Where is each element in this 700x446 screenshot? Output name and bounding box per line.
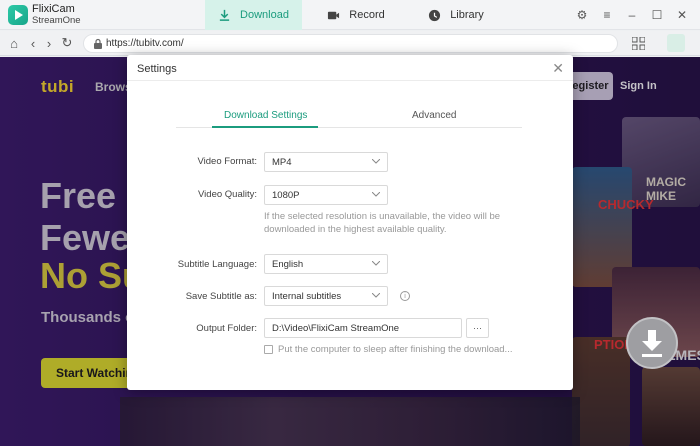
address-bar[interactable]: https://tubitv.com/ xyxy=(83,34,618,53)
output-folder-label: Output Folder: xyxy=(196,323,257,334)
home-icon[interactable]: ⌂ xyxy=(7,36,21,51)
library-icon xyxy=(429,9,441,21)
tab-library[interactable]: Library xyxy=(416,0,496,30)
extension-icon[interactable] xyxy=(667,34,685,52)
title-bar: FlixiCam StreamOne Download Record Libra… xyxy=(0,0,700,30)
active-tab-indicator xyxy=(212,126,318,128)
video-format-select[interactable]: MP4 xyxy=(264,152,388,172)
back-arrow-icon[interactable]: ‹ xyxy=(26,36,40,51)
output-folder-field[interactable]: D:\Video\FlixiCam StreamOne xyxy=(264,318,462,338)
video-format-label: Video Format: xyxy=(197,156,258,167)
video-quality-label: Video Quality: xyxy=(198,189,257,200)
browser-toolbar: ⌂ ‹ › ↻ https://tubitv.com/ xyxy=(0,31,700,56)
download-arrow-icon xyxy=(642,354,662,357)
tab-advanced[interactable]: Advanced xyxy=(412,110,456,121)
sleep-checkbox-label[interactable]: Put the computer to sleep after finishin… xyxy=(278,344,512,355)
video-quality-select[interactable]: 1080P xyxy=(264,185,388,205)
download-fab-button[interactable] xyxy=(626,317,678,369)
save-subtitle-value: Internal subtitles xyxy=(272,290,342,302)
tab-download-label: Download xyxy=(240,9,289,21)
subtitle-language-label: Subtitle Language: xyxy=(177,259,257,270)
download-icon xyxy=(219,9,230,21)
menu-icon[interactable]: ≡ xyxy=(601,8,613,21)
video-format-value: MP4 xyxy=(272,156,292,168)
chevron-down-icon xyxy=(372,261,380,266)
apps-grid-icon[interactable] xyxy=(632,37,645,50)
close-window-icon[interactable]: ✕ xyxy=(676,8,688,21)
chevron-down-icon xyxy=(372,192,380,197)
chevron-down-icon xyxy=(372,293,380,298)
maximize-icon[interactable]: ☐ xyxy=(651,8,663,21)
lock-icon xyxy=(94,38,102,49)
app-name: FlixiCam xyxy=(32,3,75,15)
video-quality-value: 1080P xyxy=(272,189,300,201)
settings-gear-icon[interactable]: ⚙ xyxy=(576,8,588,21)
save-subtitle-select[interactable]: Internal subtitles xyxy=(264,286,388,306)
reload-icon[interactable]: ↻ xyxy=(60,35,74,50)
info-icon[interactable]: i xyxy=(400,291,410,301)
subtitle-language-value: English xyxy=(272,258,304,270)
chevron-down-icon xyxy=(372,159,380,164)
browse-folder-button[interactable]: ··· xyxy=(466,318,489,338)
dialog-title: Settings xyxy=(137,63,177,75)
record-icon xyxy=(328,11,340,19)
quality-hint-text: If the selected resolution is unavailabl… xyxy=(264,211,501,235)
minimize-icon[interactable]: – xyxy=(626,8,638,21)
forward-arrow-icon[interactable]: › xyxy=(42,36,56,51)
close-icon[interactable]: ✕ xyxy=(552,61,564,75)
tab-download-settings[interactable]: Download Settings xyxy=(224,110,307,121)
settings-dialog: Settings ✕ Download Settings Advanced Vi… xyxy=(127,55,573,390)
save-subtitle-label: Save Subtitle as: xyxy=(185,291,257,302)
tab-download[interactable]: Download xyxy=(205,0,302,30)
flixicam-logo-icon xyxy=(8,5,28,25)
tab-record-label: Record xyxy=(349,9,385,21)
sleep-checkbox[interactable] xyxy=(264,345,273,354)
app-subtitle: StreamOne xyxy=(32,15,81,26)
subtitle-language-select[interactable]: English xyxy=(264,254,388,274)
url-text: https://tubitv.com/ xyxy=(106,38,184,49)
tab-record[interactable]: Record xyxy=(316,0,396,30)
tab-library-label: Library xyxy=(450,9,484,21)
